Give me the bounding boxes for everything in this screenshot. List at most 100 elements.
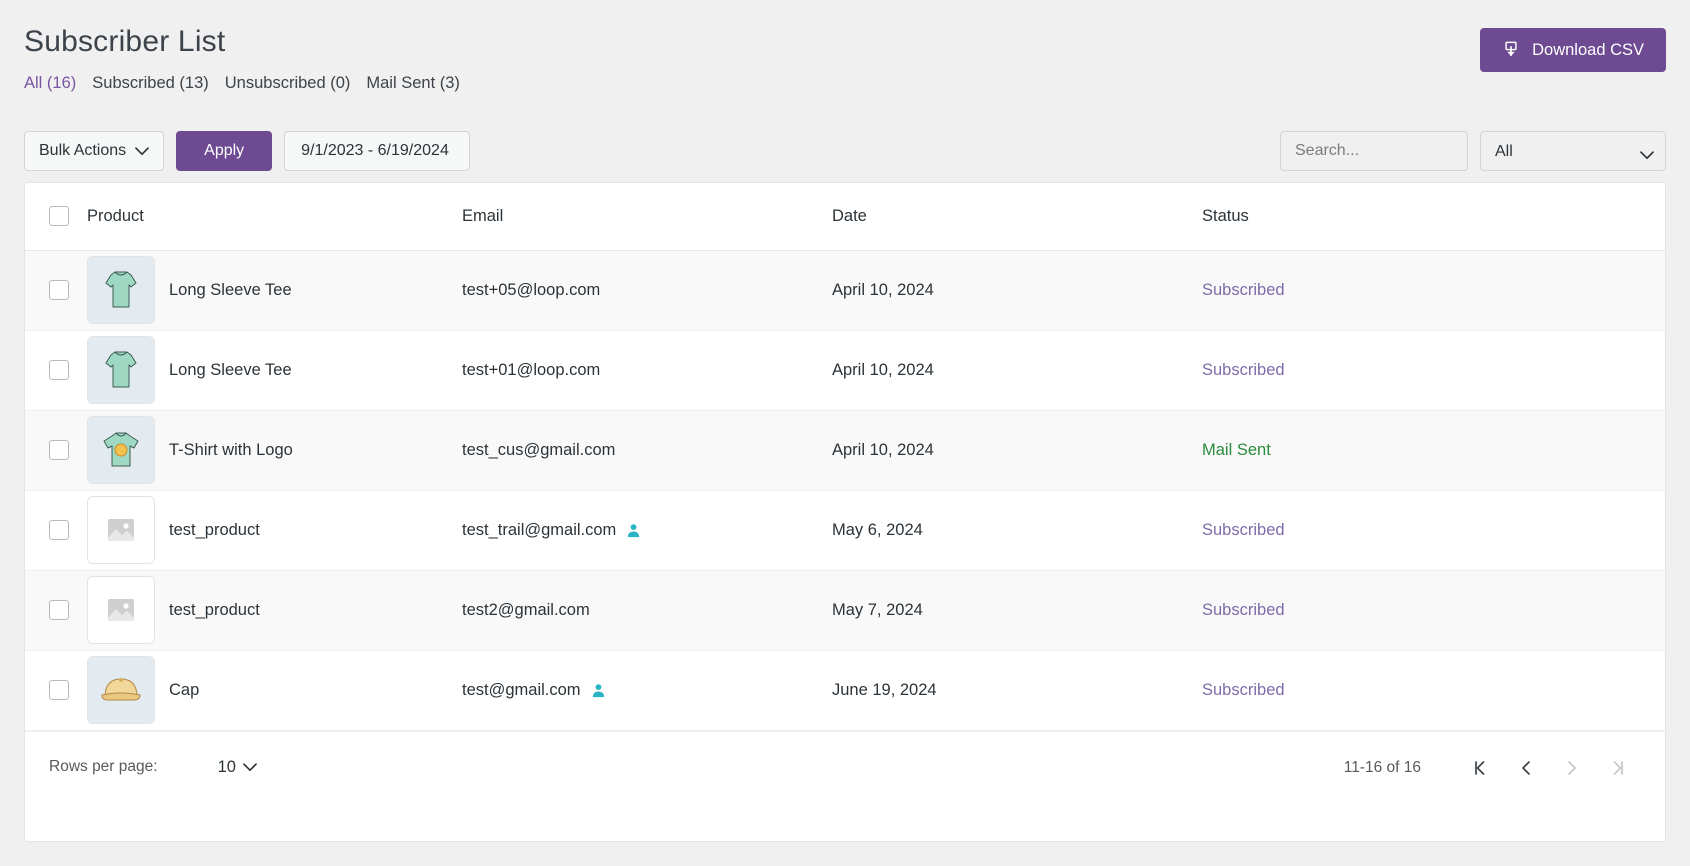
product-name: Long Sleeve Tee (169, 360, 292, 379)
row-select-cell (25, 570, 87, 650)
email-text: test_trail@gmail.com (462, 520, 617, 539)
status-badge[interactable]: Subscribed (1202, 490, 1665, 570)
email-text: test+01@loop.com (462, 360, 601, 379)
email-cell: test2@gmail.com (462, 570, 832, 650)
rows-per-page-select[interactable]: 10 (218, 758, 257, 777)
filter-link-unsubscribed[interactable]: Unsubscribed (0) (225, 74, 351, 93)
date-cell: May 7, 2024 (832, 600, 923, 619)
next-page-icon (1562, 758, 1582, 778)
last-page-button[interactable] (1595, 745, 1641, 791)
product-name: Long Sleeve Tee (169, 280, 292, 299)
long-sleeve-tee-thumb (87, 256, 155, 324)
product-name: Cap (169, 680, 200, 699)
pagination-range-text: 11-16 of 16 (1343, 758, 1421, 776)
table-row: T-Shirt with Logo test_cus@gmail.com Apr… (25, 410, 1665, 490)
row-select-cell (25, 650, 87, 730)
previous-page-icon (1516, 758, 1536, 778)
filter-links: All (16) Subscribed (13) Unsubscribed (0… (24, 74, 1666, 93)
row-checkbox[interactable] (49, 440, 69, 460)
row-checkbox[interactable] (49, 520, 69, 540)
last-page-icon (1608, 758, 1628, 778)
apply-button[interactable]: Apply (176, 131, 273, 171)
subscriber-list-page: Subscriber List All (16) Subscribed (13)… (0, 0, 1690, 866)
status-badge[interactable]: Subscribed (1202, 330, 1665, 410)
bulk-actions-dropdown[interactable]: Bulk Actions (24, 131, 165, 171)
product-cell: Cap (87, 650, 462, 730)
rows-per-page-value: 10 (217, 757, 236, 776)
row-select-cell (25, 490, 87, 570)
table-header-row: Product Email Date Status (25, 183, 1665, 251)
status-badge[interactable]: Subscribed (1202, 250, 1665, 330)
first-page-button[interactable] (1457, 745, 1503, 791)
email-cell: test+05@loop.com (462, 250, 832, 330)
row-checkbox[interactable] (49, 360, 69, 380)
product-cell: T-Shirt with Logo (87, 410, 462, 490)
product-name: T-Shirt with Logo (169, 440, 293, 459)
status-badge[interactable]: Mail Sent (1202, 410, 1665, 490)
next-page-button[interactable] (1549, 745, 1595, 791)
table-row: test_product test2@gmail.com May 7, 2024… (25, 570, 1665, 650)
product-cell: Long Sleeve Tee (87, 250, 462, 330)
chevron-down-icon (243, 762, 257, 772)
date-cell: June 19, 2024 (832, 680, 937, 699)
email-cell: test_trail@gmail.com (462, 490, 832, 570)
table-row: Cap test@gmail.com June 19, 2024 Subscri… (25, 650, 1665, 730)
email-cell: test@gmail.com (462, 650, 832, 730)
tshirt-with-logo-thumb (87, 416, 155, 484)
date-cell: April 10, 2024 (832, 360, 934, 379)
product-cell: test_product (87, 570, 462, 650)
filter-link-subscribed[interactable]: Subscribed (13) (92, 74, 208, 93)
date-cell: April 10, 2024 (832, 280, 934, 299)
select-all-header (25, 183, 87, 251)
placeholder-image-thumb (87, 576, 155, 644)
download-csv-button[interactable]: Download CSV (1480, 28, 1666, 72)
product-cell: Long Sleeve Tee (87, 330, 462, 410)
status-badge[interactable]: Subscribed (1202, 650, 1665, 730)
row-checkbox[interactable] (49, 600, 69, 620)
filter-link-all[interactable]: All (16) (24, 74, 76, 93)
search-input[interactable] (1280, 131, 1468, 171)
filter-link-mail-sent[interactable]: Mail Sent (3) (366, 74, 460, 93)
email-text: test+05@loop.com (462, 280, 601, 299)
table-row: test_product test_trail@gmail.com May 6,… (25, 490, 1665, 570)
status-filter-select[interactable]: All (1480, 131, 1666, 171)
row-checkbox[interactable] (49, 280, 69, 300)
select-all-checkbox[interactable] (49, 206, 69, 227)
table-header: Product Email Date Status (25, 183, 1665, 251)
row-select-cell (25, 330, 87, 410)
date-cell: May 6, 2024 (832, 520, 923, 539)
status-filter-wrapper: All (1480, 131, 1666, 171)
column-header-product[interactable]: Product (87, 183, 462, 251)
bulk-actions-label: Bulk Actions (39, 142, 127, 159)
placeholder-image-thumb (87, 496, 155, 564)
row-checkbox[interactable] (49, 680, 69, 700)
long-sleeve-tee-thumb (87, 336, 155, 404)
page-title: Subscriber List (24, 25, 226, 58)
download-icon (1502, 41, 1520, 59)
column-header-date[interactable]: Date (832, 183, 1202, 251)
chevron-down-icon (135, 146, 150, 156)
email-text: test@gmail.com (462, 680, 581, 699)
product-name: test_product (169, 600, 260, 619)
previous-page-button[interactable] (1503, 745, 1549, 791)
subscriber-table-card: Product Email Date Status Long Sleeve Te… (24, 182, 1666, 842)
email-cell: test+01@loop.com (462, 330, 832, 410)
subscriber-table: Product Email Date Status Long Sleeve Te… (25, 183, 1665, 731)
status-badge[interactable]: Subscribed (1202, 570, 1665, 650)
cap-thumb (87, 656, 155, 724)
email-cell: test_cus@gmail.com (462, 410, 832, 490)
table-row: Long Sleeve Tee test+01@loop.com April 1… (25, 330, 1665, 410)
table-body: Long Sleeve Tee test+05@loop.com April 1… (25, 250, 1665, 730)
user-icon (591, 683, 606, 698)
date-range-field[interactable]: 9/1/2023 - 6/19/2024 (284, 131, 471, 171)
rows-per-page-label: Rows per page: (49, 758, 158, 775)
email-text: test2@gmail.com (462, 600, 590, 619)
user-icon (626, 523, 641, 538)
column-header-email[interactable]: Email (462, 183, 832, 251)
email-text: test_cus@gmail.com (462, 440, 616, 459)
table-row: Long Sleeve Tee test+05@loop.com April 1… (25, 250, 1665, 330)
column-header-status[interactable]: Status (1202, 183, 1665, 251)
date-cell: April 10, 2024 (832, 440, 934, 459)
toolbar: Bulk Actions Apply 9/1/2023 - 6/19/2024 … (0, 120, 1690, 182)
row-select-cell (25, 250, 87, 330)
